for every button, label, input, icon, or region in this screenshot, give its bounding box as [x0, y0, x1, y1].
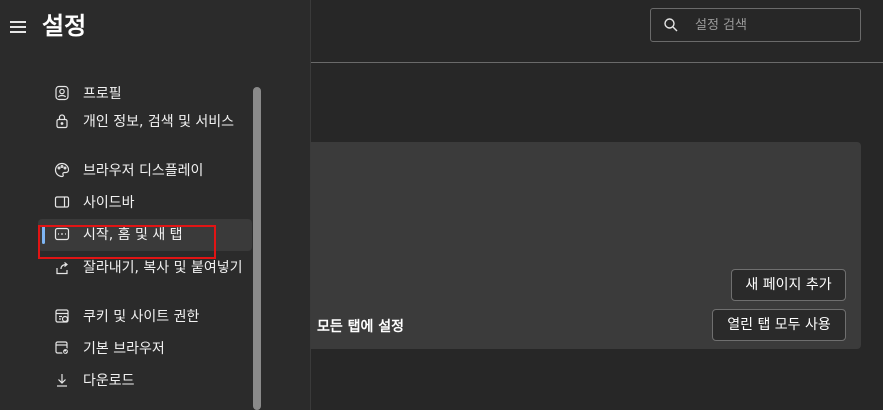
sidebar-item-cookies[interactable]: 쿠키 및 사이트 권한: [38, 301, 252, 333]
sidebar-item-label: 프로필: [83, 86, 122, 102]
sidebar-item-sidebar[interactable]: 사이드바: [38, 187, 252, 219]
cookie-icon: [54, 308, 70, 324]
start-page-icon: [54, 226, 70, 242]
search-box[interactable]: [650, 8, 861, 42]
search-input[interactable]: [695, 10, 845, 40]
palette-icon: [54, 162, 70, 178]
sidebar-item-label: 다운로드: [83, 373, 135, 389]
sidebar-item-label: 사이드바: [83, 195, 135, 211]
lock-icon: [54, 113, 70, 129]
use-all-open-tabs-button[interactable]: 열린 탭 모두 사용: [712, 309, 846, 341]
share-icon: [54, 260, 70, 276]
sidebar-item-label: 시작, 홈 및 새 탭: [83, 227, 183, 243]
sidebar-icon: [54, 194, 70, 210]
page-title: 설정: [42, 12, 87, 40]
sidebar-item-label: 기본 브라우저: [83, 341, 165, 357]
sidebar-item-appearance[interactable]: 브라우저 디스플레이: [38, 155, 252, 187]
header-bar: [311, 0, 883, 63]
sidebar-item-profile[interactable]: 프로필: [38, 78, 252, 110]
sidebar-item-default-browser[interactable]: 기본 브라우저: [38, 333, 252, 365]
sidebar-item-label: 개인 정보, 검색 및 서비스: [83, 114, 235, 130]
menu-icon[interactable]: [10, 21, 26, 33]
sidebar-item-clipboard[interactable]: 잘라내기, 복사 및 붙여넣기: [38, 251, 252, 301]
search-icon: [663, 17, 679, 33]
sidebar-item-downloads[interactable]: 다운로드: [38, 365, 252, 397]
sidebar-item-start-home-new-tab[interactable]: 시작, 홈 및 새 탭: [38, 219, 252, 251]
settings-sidebar: 설정 프로필 개인 정보, 검색 및 서비스 브라우저 디스플레이 사이드바 시…: [0, 0, 311, 410]
profile-icon: [54, 85, 70, 101]
sidebar-item-label: 잘라내기, 복사 및 붙여넣기: [83, 260, 243, 276]
setting-label: 모든 탭에 설정: [317, 319, 405, 335]
add-new-page-button[interactable]: 새 페이지 추가: [731, 269, 846, 301]
download-icon: [54, 372, 70, 388]
default-browser-icon: [54, 340, 70, 356]
sidebar-item-label: 브라우저 디스플레이: [83, 163, 204, 179]
sidebar-item-label: 쿠키 및 사이트 권한: [83, 309, 200, 325]
sidebar-item-privacy[interactable]: 개인 정보, 검색 및 서비스: [38, 110, 252, 155]
sidebar-nav: 프로필 개인 정보, 검색 및 서비스 브라우저 디스플레이 사이드바 시작, …: [38, 78, 252, 397]
sidebar-scrollbar[interactable]: [253, 87, 261, 410]
startup-settings-card: 새 페이지 추가 모든 탭에 설정 열린 탭 모두 사용: [311, 142, 861, 349]
